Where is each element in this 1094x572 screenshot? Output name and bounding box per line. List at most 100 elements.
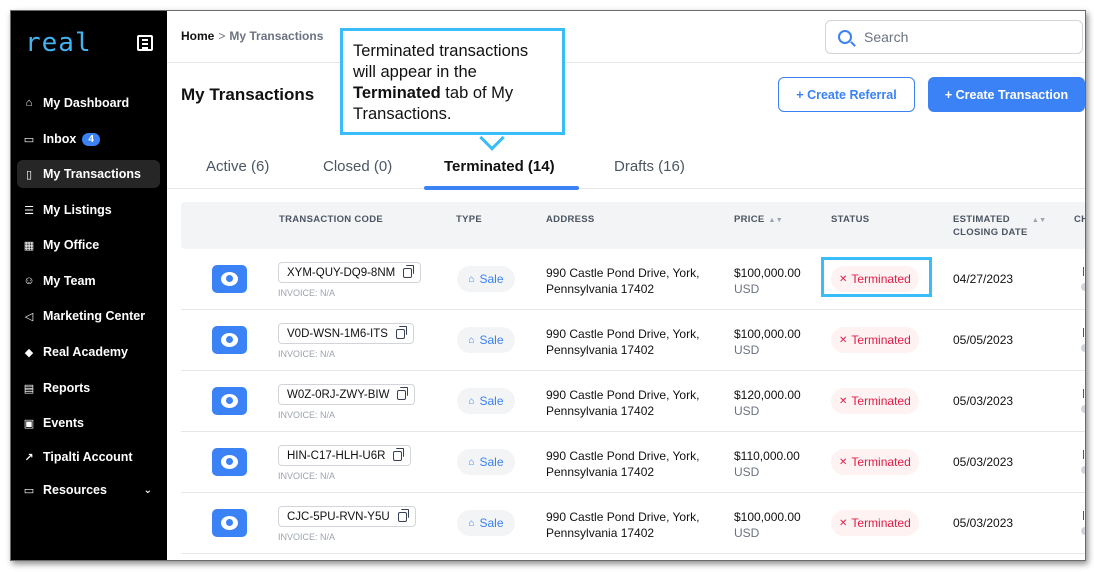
status-highlight-box [821, 257, 932, 297]
clipboard-icon: ▯ [25, 168, 33, 181]
inbox-count-badge: 4 [82, 132, 100, 146]
external-link-icon: ↗ [24, 451, 34, 464]
home-icon: ⌂ [25, 97, 33, 109]
sidebar-item-label: Reports [43, 381, 91, 395]
transaction-code: W0Z-0RJ-ZWY-BIW [287, 388, 390, 401]
close-icon: ✕ [839, 456, 848, 468]
status-badge: ✕ Terminated [831, 510, 919, 536]
sidebar-item-inbox[interactable]: ▭ Inbox 4 [17, 125, 160, 153]
create-transaction-button[interactable]: + Create Transaction [928, 77, 1085, 112]
column-estimated-closing-date[interactable]: ESTIMATED ▲▼ CLOSING DATE [953, 214, 1046, 239]
table-row: HIN-C17-HLH-U6R INVOICE: N/A ⌂ Sale 990 C… [181, 432, 1085, 493]
sidebar-item-resources[interactable]: ▭ Resources ⌄ [17, 476, 160, 504]
price: $110,000.00 USD [734, 448, 800, 480]
transaction-code-box: XYM-QUY-DQ9-8NM [278, 262, 422, 283]
closing-date: 04/27/2023 [953, 272, 1014, 286]
tab-active[interactable]: Active (6) [206, 158, 269, 175]
sidebar-item-real-academy[interactable]: ◆ Real Academy [17, 338, 160, 366]
status-label: Terminated [851, 333, 911, 347]
price: $100,000.00 USD [734, 265, 801, 297]
building-icon: ▦ [23, 239, 35, 252]
price-currency: USD [734, 343, 760, 357]
tab-closed[interactable]: Closed (0) [323, 158, 392, 175]
view-eye-icon[interactable] [212, 326, 247, 354]
breadcrumb-separator: > [218, 29, 226, 43]
sidebar-item-my-listings[interactable]: ☰ My Listings [17, 196, 160, 224]
copy-icon[interactable] [403, 264, 415, 278]
address-line-1: 990 Castle Pond Drive, York, [546, 510, 700, 524]
sidebar-item-label: My Office [43, 238, 100, 252]
sidebar-item-my-office[interactable]: ▦ My Office [17, 231, 160, 259]
transaction-code: CJC-5PU-RVN-Y5U [287, 510, 390, 523]
copy-icon[interactable] [397, 508, 409, 522]
sidebar-item-label: My Team [43, 274, 96, 288]
address: 990 Castle Pond Drive, York, Pennsylvania… [546, 387, 699, 419]
address-line-2: Pennsylvania 17402 [546, 526, 655, 540]
sort-icon: ▲▼ [768, 217, 784, 224]
inbox-icon: ▭ [23, 133, 35, 146]
tab-drafts[interactable]: Drafts (16) [614, 158, 685, 175]
type-badge: ⌂ Sale [457, 388, 515, 414]
folder-icon: ▭ [23, 484, 35, 497]
price-currency: USD [734, 526, 760, 540]
type-label: Sale [479, 333, 504, 347]
close-icon: ✕ [839, 334, 848, 346]
view-eye-icon[interactable] [212, 265, 247, 293]
type-badge: ⌂ Sale [457, 449, 515, 475]
sidebar-item-events[interactable]: ▣ Events [17, 409, 160, 437]
price: $120,000.00 USD [734, 387, 801, 419]
chevron-down-icon: ⌄ [143, 484, 152, 496]
home-icon: ⌂ [468, 273, 475, 285]
sidebar-item-my-transactions[interactable]: ▯ My Transactions [17, 160, 160, 188]
close-icon: ✕ [839, 517, 848, 529]
price-amount: $110,000.00 [734, 449, 800, 463]
search-box[interactable] [825, 20, 1083, 54]
price: $100,000.00 USD [734, 509, 801, 541]
table-row: CJC-5PU-RVN-Y5U INVOICE: N/A ⌂ Sale 990 C… [181, 493, 1085, 554]
price-amount: $100,000.00 [734, 510, 801, 524]
search-input[interactable] [864, 29, 1064, 45]
column-transaction-code: TRANSACTION CODE [279, 214, 384, 225]
close-icon: ✕ [839, 395, 848, 407]
sidebar-item-my-team[interactable]: ☺ My Team [17, 267, 160, 295]
type-label: Sale [479, 394, 504, 408]
sidebar-item-reports[interactable]: ▤ Reports [17, 374, 160, 402]
closing-date: 05/03/2023 [953, 516, 1014, 530]
transaction-code-box: CJC-5PU-RVN-Y5U [278, 506, 416, 527]
tutorial-callout: Terminated transactions will appear in t… [340, 28, 565, 135]
sidebar-item-my-dashboard[interactable]: ⌂ My Dashboard [17, 89, 160, 117]
breadcrumb-home[interactable]: Home [181, 29, 214, 43]
address-line-1: 990 Castle Pond Drive, York, [546, 266, 700, 280]
copy-icon[interactable] [393, 447, 405, 461]
column-type: TYPE [456, 214, 483, 225]
calendar-icon: ▣ [23, 417, 35, 430]
column-price[interactable]: PRICE ▲▼ [734, 214, 783, 227]
copy-icon[interactable] [395, 325, 407, 339]
sidebar-item-label: My Dashboard [43, 96, 130, 110]
closing-date: 05/05/2023 [953, 333, 1014, 347]
sidebar-item-label: Tipalti Account [43, 450, 133, 464]
sidebar-item-label: Resources [43, 483, 107, 497]
copy-icon[interactable] [397, 386, 409, 400]
tab-terminated[interactable]: Terminated (14) [444, 158, 555, 175]
collapse-sidebar-icon[interactable] [137, 35, 153, 51]
home-icon: ⌂ [468, 517, 475, 529]
create-referral-button[interactable]: + Create Referral [778, 77, 915, 112]
column-truncated: CH [1074, 214, 1085, 225]
sidebar-item-tipalti-account[interactable]: ↗ Tipalti Account [17, 443, 160, 471]
view-eye-icon[interactable] [212, 387, 247, 415]
view-eye-icon[interactable] [212, 448, 247, 476]
graduation-cap-icon: ◆ [24, 346, 34, 359]
megaphone-icon: ◁ [24, 310, 34, 323]
truncated-cell [1081, 328, 1085, 358]
invoice-label: INVOICE: N/A [278, 288, 336, 298]
sidebar-item-marketing-center[interactable]: ◁ Marketing Center [17, 302, 160, 330]
column-closing-label-2: CLOSING DATE [953, 227, 1028, 238]
app-window: real ⌂ My Dashboard ▭ Inbox 4 ▯ My Trans… [10, 10, 1086, 561]
sidebar-item-label: Marketing Center [43, 309, 146, 323]
sidebar-item-label: My Transactions [43, 167, 141, 181]
real-logo: real [25, 28, 92, 58]
view-eye-icon[interactable] [212, 509, 247, 537]
truncated-cell [1081, 511, 1085, 541]
page-title: My Transactions [181, 85, 315, 104]
